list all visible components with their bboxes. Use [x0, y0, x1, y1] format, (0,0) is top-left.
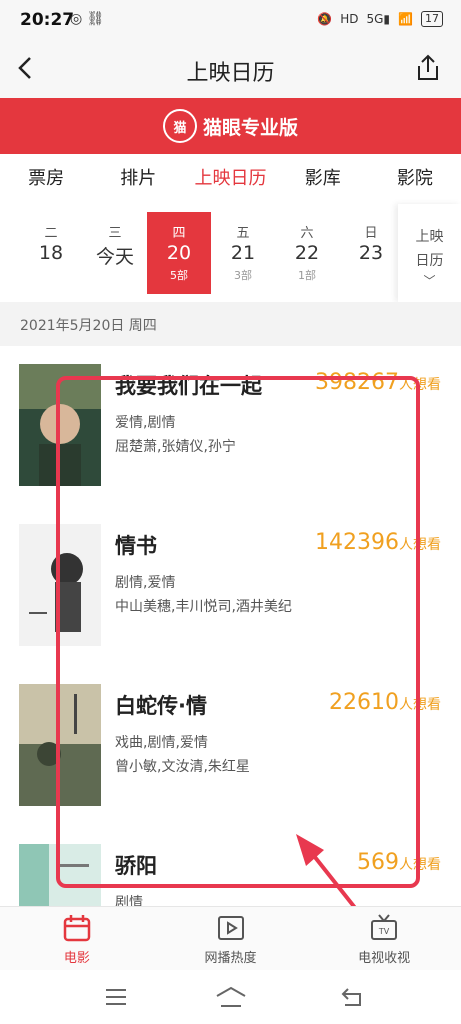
date-day: 18 [38, 242, 64, 264]
page-title: 上映日历 [186, 61, 275, 86]
date-item[interactable]: 六 22 1部 [275, 212, 339, 294]
movie-genre: 剧情 [115, 895, 143, 906]
calendar-button-line2: 日历 [415, 253, 444, 269]
nav-bar: 上映日历 [0, 40, 461, 98]
bottom-tab-movies[interactable]: 电影 [0, 907, 154, 971]
date-item[interactable]: 二 18 [19, 212, 83, 294]
cat-eye-logo-icon: 猫 [162, 109, 197, 143]
date-count [339, 267, 403, 281]
bottom-tab-label: 网播热度 [204, 951, 257, 966]
date-item[interactable]: 三 今天 [83, 212, 147, 294]
annotation-highlight-box [56, 376, 420, 888]
date-day: 20 [166, 242, 192, 264]
date-count [83, 272, 147, 286]
banner-text: 猫眼专业版 [202, 116, 298, 139]
wifi-icon: 📶 [398, 12, 413, 26]
date-count [19, 267, 83, 281]
play-icon [217, 916, 244, 940]
notification-icons: ◎ ⛓ [70, 11, 105, 27]
top-tabs: 票房 排片 上映日历 影库 影院 [0, 154, 461, 205]
tab-release-calendar[interactable]: 上映日历 [184, 154, 276, 204]
bottom-nav: 电影 网播热度 TV 电视收视 [0, 906, 461, 971]
date-day: 23 [358, 242, 384, 264]
date-day: 今天 [95, 246, 134, 268]
date-item[interactable]: 五 21 3部 [211, 212, 275, 294]
svg-text:TV: TV [378, 927, 390, 936]
system-nav-bar [0, 970, 461, 1024]
bottom-tab-tv-ratings[interactable]: TV 电视收视 [307, 907, 461, 971]
mute-icon: 🔕 [317, 12, 333, 26]
share-icon[interactable] [413, 52, 443, 84]
date-weekday: 日 [364, 226, 378, 241]
date-weekday: 四 [172, 226, 186, 241]
calendar-button[interactable]: 上映 日历 ﹀ [398, 204, 461, 302]
calendar-button-line1: 上映 [415, 229, 444, 245]
signal-icon: 5G▮ [366, 12, 391, 26]
battery-icon: 17 [421, 11, 443, 27]
date-item[interactable]: 日 23 [339, 212, 403, 294]
date-count: 5部 [170, 269, 188, 282]
tab-schedule[interactable]: 排片 [92, 154, 184, 204]
calendar-icon [63, 915, 91, 942]
tab-box-office[interactable]: 票房 [0, 154, 92, 204]
date-weekday: 五 [236, 226, 250, 241]
date-weekday: 二 [44, 226, 58, 241]
date-count: 1部 [298, 269, 316, 282]
tab-film-library[interactable]: 影库 [277, 154, 369, 204]
status-time: 20:27 [20, 10, 75, 30]
date-day: 21 [230, 242, 256, 264]
list-date-text: 2021年5月20日 周四 [20, 318, 157, 334]
date-count: 3部 [234, 269, 252, 282]
brand-banner: 猫 猫眼专业版 [0, 98, 461, 154]
chevron-down-icon: ﹀ [423, 274, 436, 288]
menu-icon[interactable] [104, 988, 128, 1006]
home-icon[interactable] [215, 986, 247, 1008]
bottom-tab-label: 电视收视 [358, 951, 411, 966]
tab-cinemas[interactable]: 影院 [369, 154, 461, 204]
date-selector: 二 18 三 今天 四 20 5部 五 21 3部 六 22 1部 日 23 上… [0, 204, 461, 302]
bottom-tab-label: 电影 [63, 951, 90, 966]
date-item-selected[interactable]: 四 20 5部 [147, 212, 211, 294]
date-weekday: 三 [108, 226, 122, 241]
list-date-header: 2021年5月20日 周四 [0, 302, 461, 346]
status-bar: 20:27 ◎ ⛓ 🔕 HD 5G▮ 📶 17 [0, 0, 461, 40]
hd-icon: HD [340, 12, 359, 26]
back-nav-icon[interactable] [340, 987, 364, 1007]
tv-icon: TV [371, 914, 398, 940]
bottom-tab-streaming[interactable]: 网播热度 [154, 907, 308, 971]
status-icons: 🔕 HD 5G▮ 📶 17 [317, 11, 443, 27]
date-day: 22 [294, 242, 320, 264]
date-weekday: 六 [300, 226, 314, 241]
